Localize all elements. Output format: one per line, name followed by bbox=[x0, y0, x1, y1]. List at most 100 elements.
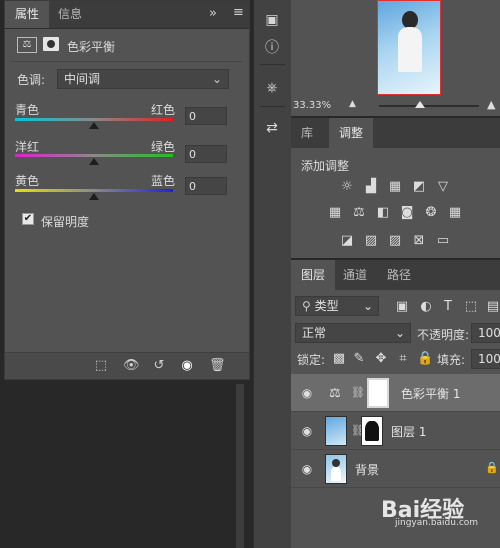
tab-adjustments[interactable]: 调整 bbox=[329, 118, 374, 148]
watermark-url: jingyan.baidu.com bbox=[395, 518, 479, 528]
invert-icon[interactable]: ◪ bbox=[339, 234, 355, 248]
layer-thumbnail[interactable] bbox=[325, 416, 347, 446]
slider-blue-label: 蓝色 bbox=[151, 174, 176, 188]
mask-thumbnail[interactable] bbox=[361, 416, 383, 446]
info-icon[interactable]: ⓘ bbox=[262, 38, 282, 58]
magenta-green-input[interactable]: 0 bbox=[185, 145, 227, 163]
view-previous-icon[interactable]: 👁 bbox=[123, 358, 140, 374]
tab-library[interactable]: 库 bbox=[291, 118, 323, 148]
black-white-icon[interactable]: ◧ bbox=[375, 206, 391, 220]
adjustments-tabbar: 库 调整 bbox=[291, 118, 500, 148]
properties-tabbar: 属性 信息 » ≡ bbox=[5, 1, 249, 29]
yellow-blue-input[interactable]: 0 bbox=[185, 177, 227, 195]
exposure-icon[interactable]: ◩ bbox=[411, 180, 427, 194]
lock-all-icon[interactable]: 🔒 bbox=[417, 352, 433, 366]
lock-brush-icon[interactable]: ✎ bbox=[351, 352, 367, 366]
tab-channels[interactable]: 通道 bbox=[333, 260, 377, 290]
layer-filter-select[interactable]: ⚲ 类型 ⌄ bbox=[295, 296, 379, 316]
curves-icon[interactable]: ▦ bbox=[387, 180, 403, 194]
balance-icon: ⚖ bbox=[329, 386, 341, 401]
zoom-in-icon[interactable]: ▲ bbox=[487, 98, 495, 111]
reset-icon[interactable]: ↺ bbox=[151, 358, 167, 374]
navigator-icon[interactable]: ▣ bbox=[262, 10, 282, 30]
background-thumbnail[interactable] bbox=[325, 454, 347, 484]
brush-preset-icon[interactable]: ⇄ bbox=[262, 118, 282, 138]
visibility-icon[interactable]: ◉ bbox=[179, 358, 195, 374]
posterize-icon[interactable]: ▨ bbox=[363, 234, 379, 248]
photo-filter-icon[interactable]: ◙ bbox=[399, 206, 415, 220]
slider-cyan-label: 青色 bbox=[15, 103, 40, 117]
mask-thumbnail[interactable] bbox=[367, 378, 389, 408]
navigator-thumbnail[interactable] bbox=[377, 0, 441, 95]
cyan-red-thumb[interactable] bbox=[89, 122, 99, 129]
magenta-green-thumb[interactable] bbox=[89, 158, 99, 165]
eye-icon[interactable]: ◉ bbox=[300, 424, 314, 438]
filter-shape-icon[interactable]: ⬚ bbox=[463, 300, 479, 314]
zoom-slider[interactable] bbox=[379, 105, 479, 107]
color-balance-icon[interactable]: ⚖ bbox=[351, 206, 367, 220]
slider-yellow-label: 黄色 bbox=[15, 174, 40, 188]
filter-smart-icon[interactable]: ▤ bbox=[485, 300, 500, 314]
chain-icon[interactable]: ⛓ bbox=[351, 386, 365, 399]
stamp-icon[interactable]: ⎈ bbox=[262, 78, 282, 98]
filter-adjustment-icon[interactable]: ◐ bbox=[418, 300, 434, 314]
tab-info[interactable]: 信息 bbox=[48, 1, 92, 28]
layer-name[interactable]: 色彩平衡 1 bbox=[401, 385, 460, 402]
tone-value: 中间调 bbox=[64, 72, 101, 86]
eye-icon[interactable]: ◉ bbox=[300, 386, 314, 400]
balance-icon: ⚖ bbox=[17, 37, 37, 53]
eye-icon[interactable]: ◉ bbox=[300, 462, 314, 476]
fill-input[interactable]: 100% bbox=[471, 349, 500, 369]
lock-move-icon[interactable]: ✥ bbox=[373, 352, 389, 366]
zoom-out-icon[interactable]: ▲ bbox=[349, 99, 359, 109]
chevron-down-icon: ⌄ bbox=[362, 299, 373, 313]
preserve-label: 保留明度 bbox=[41, 215, 90, 229]
tab-properties[interactable]: 属性 bbox=[5, 1, 50, 28]
channel-mixer-icon[interactable]: ❂ bbox=[423, 206, 439, 220]
lock-transparent-icon[interactable]: ▩ bbox=[331, 352, 347, 366]
preserve-checkbox[interactable]: ✔ bbox=[22, 213, 34, 225]
magenta-green-slider[interactable] bbox=[15, 154, 173, 157]
properties-toolbar: ⬚ 👁 ↺ ◉ 🗑 bbox=[5, 352, 249, 379]
layer-row[interactable]: ◉ ⛓ 图层 1 bbox=[291, 412, 500, 450]
trash-icon[interactable]: 🗑 bbox=[209, 358, 226, 374]
zoom-value[interactable]: 33.33% bbox=[293, 100, 331, 111]
cyan-red-slider[interactable] bbox=[15, 118, 173, 121]
add-adjustment-title: 添加调整 bbox=[301, 159, 350, 173]
blend-mode-value: 正常 bbox=[302, 326, 327, 340]
lock-artboard-icon[interactable]: ⌗ bbox=[395, 352, 411, 366]
tab-layers[interactable]: 图层 bbox=[291, 260, 336, 290]
filter-type-icon[interactable]: T bbox=[440, 300, 456, 314]
selective-color-icon[interactable]: ⊠ bbox=[411, 234, 427, 248]
layer-row[interactable]: ◉ ⚖ ⛓ 色彩平衡 1 bbox=[291, 374, 500, 412]
opacity-input[interactable]: 100% bbox=[471, 323, 500, 343]
levels-icon[interactable]: ▟ bbox=[363, 180, 379, 194]
clip-to-layer-icon[interactable]: ⬚ bbox=[93, 358, 109, 374]
gradient-map-icon[interactable]: ▭ bbox=[435, 234, 451, 248]
filter-pixel-icon[interactable]: ▣ bbox=[394, 300, 410, 314]
threshold-icon[interactable]: ▨ bbox=[387, 234, 403, 248]
color-lookup-icon[interactable]: ▦ bbox=[447, 206, 463, 220]
brightness-icon[interactable]: ☼ bbox=[339, 180, 355, 194]
yellow-blue-thumb[interactable] bbox=[89, 193, 99, 200]
panel-menu-icon[interactable]: ≡ bbox=[233, 5, 244, 20]
mask-icon[interactable] bbox=[43, 37, 59, 51]
layer-name[interactable]: 背景 bbox=[355, 461, 379, 478]
layer-row[interactable]: ◉ 背景 🔒 bbox=[291, 450, 500, 488]
vibrance-icon[interactable]: ▦ bbox=[327, 206, 343, 220]
layers-tabbar: 图层 通道 路径 bbox=[291, 260, 500, 290]
chevron-down-icon: ⌄ bbox=[211, 72, 222, 86]
chevron-down-icon: ⌄ bbox=[394, 326, 405, 340]
cyan-red-input[interactable]: 0 bbox=[185, 107, 227, 125]
layer-name[interactable]: 图层 1 bbox=[391, 423, 426, 440]
collapse-icon[interactable]: » bbox=[209, 6, 217, 21]
search-icon: ⚲ bbox=[302, 299, 311, 313]
yellow-blue-slider[interactable] bbox=[15, 189, 173, 192]
blend-mode-select[interactable]: 正常 ⌄ bbox=[295, 323, 411, 343]
fill-label: 填充: bbox=[437, 353, 466, 367]
triangle-icon[interactable]: ▽ bbox=[435, 180, 451, 194]
vertical-scrollbar[interactable] bbox=[236, 384, 244, 548]
tone-select[interactable]: 中间调 ⌄ bbox=[57, 69, 229, 89]
tab-paths[interactable]: 路径 bbox=[377, 260, 421, 290]
zoom-thumb[interactable] bbox=[415, 101, 425, 108]
